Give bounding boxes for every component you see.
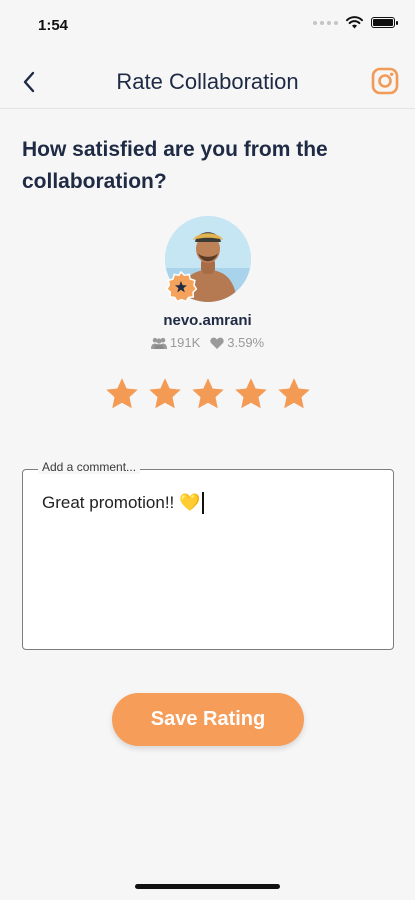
rating-question: How satisfied are you from the collabora… — [22, 138, 328, 193]
engagement-stat: 3.59% — [210, 335, 264, 350]
status-icons — [313, 16, 398, 29]
star-badge-icon — [165, 270, 198, 303]
instagram-button[interactable] — [371, 67, 399, 95]
text-cursor — [202, 492, 205, 514]
page-title: Rate Collaboration — [116, 69, 299, 94]
influencer-stats: 191K 3.59% — [0, 335, 415, 350]
status-time: 1:54 — [38, 17, 69, 34]
followers-stat: 191K — [150, 335, 201, 350]
star-3-icon[interactable] — [190, 376, 226, 412]
followers-count: 191K — [169, 335, 201, 350]
users-icon — [150, 337, 167, 349]
verified-badge — [165, 270, 198, 303]
star-4-icon[interactable] — [233, 376, 269, 412]
star-2-icon[interactable] — [147, 376, 183, 412]
star-5-icon[interactable] — [276, 376, 312, 412]
star-rating — [0, 376, 415, 412]
status-bar: 1:54 — [0, 0, 415, 52]
instagram-icon — [371, 67, 399, 95]
comment-label: Add a comment... — [38, 460, 141, 474]
comment-value: Great promotion!! 💛 — [42, 493, 201, 512]
engagement-rate: 3.59% — [227, 335, 265, 350]
influencer-username: nevo.amrani — [163, 312, 252, 329]
comment-input[interactable]: Great promotion!! 💛 — [42, 492, 205, 514]
wifi-icon — [346, 16, 363, 29]
signal-icon — [313, 20, 338, 25]
star-1-icon[interactable] — [104, 376, 140, 412]
nav-bar: Rate Collaboration — [0, 56, 415, 109]
home-indicator — [135, 884, 280, 889]
battery-icon — [371, 17, 398, 28]
save-rating-button[interactable]: Save Rating — [112, 693, 304, 746]
heart-icon — [210, 337, 224, 349]
